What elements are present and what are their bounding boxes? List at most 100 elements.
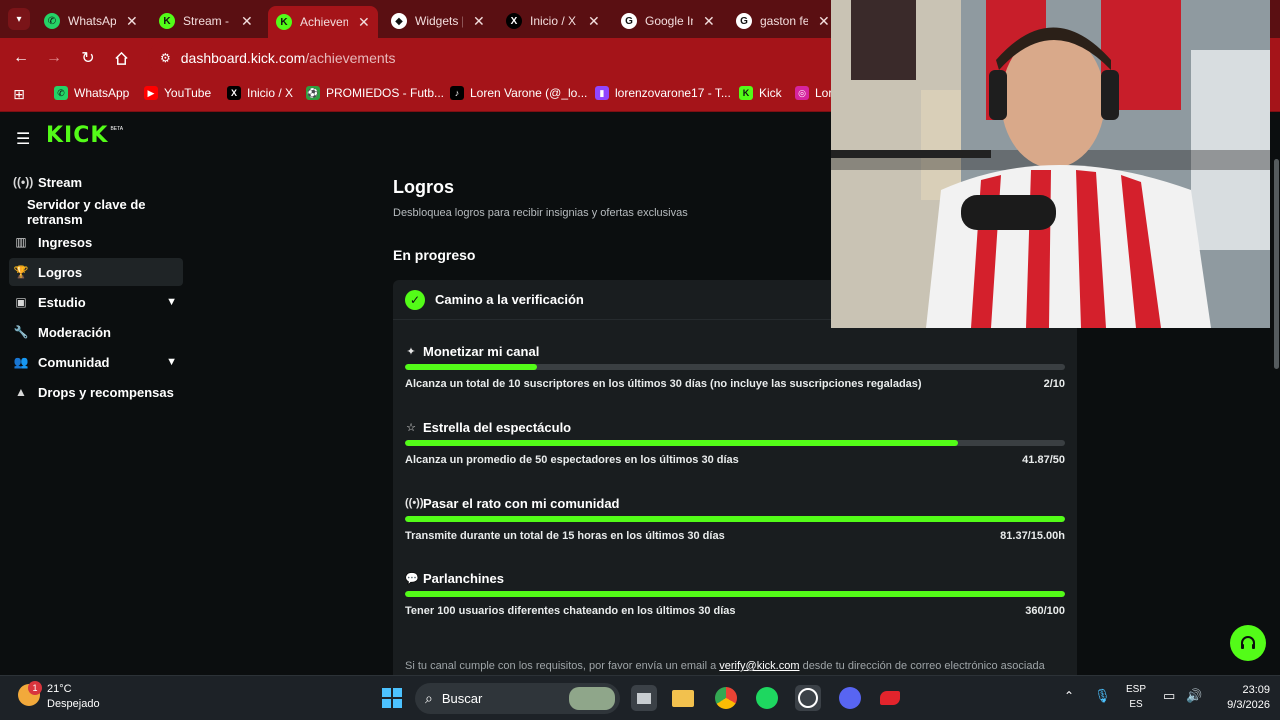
tab-title: Inicio / X: [530, 14, 577, 28]
goal-title-row: ☆ Estrella del espectáculo: [405, 419, 1065, 435]
discord-icon[interactable]: [837, 685, 863, 711]
input-language-secondary[interactable]: ES: [1122, 699, 1150, 710]
twitch-icon: ▮: [595, 86, 609, 100]
browser-tab[interactable]: K Stream - K ✕: [151, 6, 261, 36]
goal-title: Monetizar mi canal: [423, 343, 540, 359]
goal-progress-fill: [405, 516, 1065, 522]
help-support-button[interactable]: [1230, 625, 1266, 661]
goal-progress-bar: [405, 591, 1065, 597]
goal-progress-value: 81.37/15.00h: [1000, 530, 1065, 542]
windows-taskbar: 1 21°C Despejado ⌕ Buscar ⌃ 🎙 ESP ES ▭ 🔊…: [0, 675, 1280, 720]
tab-title: WhatsApp: [68, 14, 116, 28]
tab-close-icon[interactable]: ✕: [126, 13, 138, 30]
sidebar-item-moderacion[interactable]: 🔧 Moderación: [9, 318, 183, 346]
bookmark-label: Inicio / X: [247, 86, 294, 100]
clock-time[interactable]: 23:09: [1212, 684, 1270, 696]
sidebar-item-ingresos[interactable]: ▥ Ingresos: [9, 228, 183, 256]
bookmark-label: YouTube: [164, 86, 212, 100]
bookmark-item[interactable]: X Inicio / X: [227, 86, 293, 100]
bookmark-item[interactable]: ◎ Lor: [795, 86, 832, 100]
studio-icon: ▣: [15, 295, 27, 309]
volume-icon[interactable]: 🔊: [1186, 688, 1202, 704]
browser-tab[interactable]: Ggaston fe ✕: [728, 6, 838, 36]
bookmark-item[interactable]: K Kick: [739, 86, 782, 100]
tab-close-icon[interactable]: ✕: [588, 13, 600, 30]
windows-start-icon[interactable]: [379, 685, 405, 711]
verified-check-icon: ✓: [405, 289, 425, 310]
kick-icon: K: [159, 13, 175, 29]
microphone-icon[interactable]: 🎙: [1094, 688, 1111, 704]
tiktok-icon: ♪: [450, 86, 464, 100]
weather-alert-badge: 1: [28, 681, 42, 695]
goal-description: Alcanza un total de 10 suscriptores en l…: [405, 378, 922, 390]
network-icon[interactable]: ▭: [1163, 688, 1175, 704]
obs-icon[interactable]: [795, 685, 821, 711]
bookmark-item[interactable]: ✆ WhatsApp: [54, 86, 129, 100]
tab-close-icon[interactable]: ✕: [241, 13, 253, 30]
goal-title-row: ((•)) Pasar el rato con mi comunidad: [405, 495, 1065, 511]
sidebar-item-estudio[interactable]: ▣ Estudio ▼: [9, 288, 183, 316]
achievement-goal: ☆ Estrella del espectáculo Alcanza un prom…: [405, 419, 1065, 469]
browser-tab[interactable]: ✆ WhatsApp ✕: [36, 6, 146, 36]
trophy-icon: 🏆: [13, 265, 29, 279]
reload-icon[interactable]: ↻: [78, 48, 98, 68]
back-arrow-icon[interactable]: ←: [11, 48, 31, 68]
tab-close-icon[interactable]: ✕: [358, 14, 370, 31]
apps-grid-icon[interactable]: ⊞: [9, 84, 29, 104]
stream-icon: ((•)): [13, 175, 34, 189]
goal-progress-value: 2/10: [1043, 378, 1065, 390]
tab-close-icon[interactable]: ✕: [818, 13, 830, 30]
chevron-down-icon[interactable]: ▼: [166, 296, 177, 308]
tab-close-icon[interactable]: ✕: [703, 13, 715, 30]
site-settings-icon[interactable]: ⚙: [160, 51, 171, 65]
sidebar-item-comunidad[interactable]: 👥 Comunidad ▼: [9, 348, 183, 376]
page-title: Logros: [393, 177, 454, 197]
goal-title: Parlanchines: [423, 570, 504, 586]
show-hidden-icons-chevron-icon[interactable]: ⌃: [1064, 689, 1074, 703]
bookmark-item[interactable]: ▶ YouTube: [144, 86, 211, 100]
bookmark-item[interactable]: ▮ lorenzovarone17 - T...: [595, 86, 731, 100]
bookmark-label: lorenzovarone17 - T...: [615, 86, 731, 100]
clock-date[interactable]: 9/3/2026: [1212, 699, 1270, 711]
bookmark-item[interactable]: ♪ Loren Varone (@_lo...: [450, 86, 587, 100]
sidebar-item-label: Estudio: [38, 294, 86, 310]
forward-arrow-icon[interactable]: →: [44, 48, 64, 68]
instagram-icon: ◎: [795, 86, 809, 100]
community-icon: 👥: [13, 355, 29, 369]
spotify-icon[interactable]: [754, 685, 780, 711]
bookmark-label: WhatsApp: [74, 86, 130, 100]
goal-title: Pasar el rato con mi comunidad: [423, 495, 620, 511]
input-language-primary[interactable]: ESP: [1122, 684, 1150, 695]
home-icon[interactable]: [111, 48, 131, 68]
browser-tab[interactable]: X Inicio / X ✕: [498, 6, 608, 36]
sidebar-item-logros[interactable]: 🏆 Logros: [9, 258, 183, 286]
task-view-icon[interactable]: [631, 685, 657, 711]
browser-tab[interactable]: K Achievem ✕: [268, 6, 378, 38]
weather-temperature: 21°C: [47, 683, 72, 695]
tab-close-icon[interactable]: ✕: [473, 13, 485, 30]
chevron-down-icon[interactable]: ▼: [166, 356, 177, 368]
taskbar-search-box[interactable]: ⌕ Buscar: [415, 683, 620, 714]
sidebar-item-drops-y-recompensas[interactable]: ▲ Drops y recompensas: [9, 378, 183, 406]
goal-title-row: ✦ Monetizar mi canal: [405, 343, 1065, 359]
google-icon: G: [621, 13, 637, 29]
bookmark-item[interactable]: ⚽ PROMIEDOS - Futb...: [306, 86, 444, 100]
drops-icon: ▲: [15, 385, 27, 399]
search-highlight-image: [569, 687, 615, 710]
goal-progress-bar: [405, 364, 1065, 370]
browser-tab[interactable]: G Google In ✕: [613, 6, 723, 36]
file-explorer-icon[interactable]: [670, 685, 696, 711]
verify-email-link[interactable]: verify@kick.com: [719, 660, 799, 672]
sidebar-item-stream[interactable]: ((•)) Stream: [9, 168, 183, 196]
tab-search-chevron-icon[interactable]: ▾: [8, 8, 30, 30]
sidebar-item-servidor-y-clave-de-retransm[interactable]: Servidor y clave de retransm: [9, 197, 183, 227]
address-bar[interactable]: ⚙ dashboard.kick.com/achievements: [148, 42, 848, 74]
streaming-app-icon[interactable]: [877, 685, 903, 711]
browser-tab[interactable]: ◆ Widgets | ✕: [383, 6, 493, 36]
search-placeholder: Buscar: [441, 691, 483, 706]
chrome-icon[interactable]: [713, 685, 739, 711]
whatsapp-icon: ✆: [44, 13, 60, 29]
bookmark-label: Loren Varone (@_lo...: [470, 86, 588, 100]
sidebar-item-label: Moderación: [38, 324, 111, 340]
page-scrollbar[interactable]: [1274, 159, 1279, 369]
